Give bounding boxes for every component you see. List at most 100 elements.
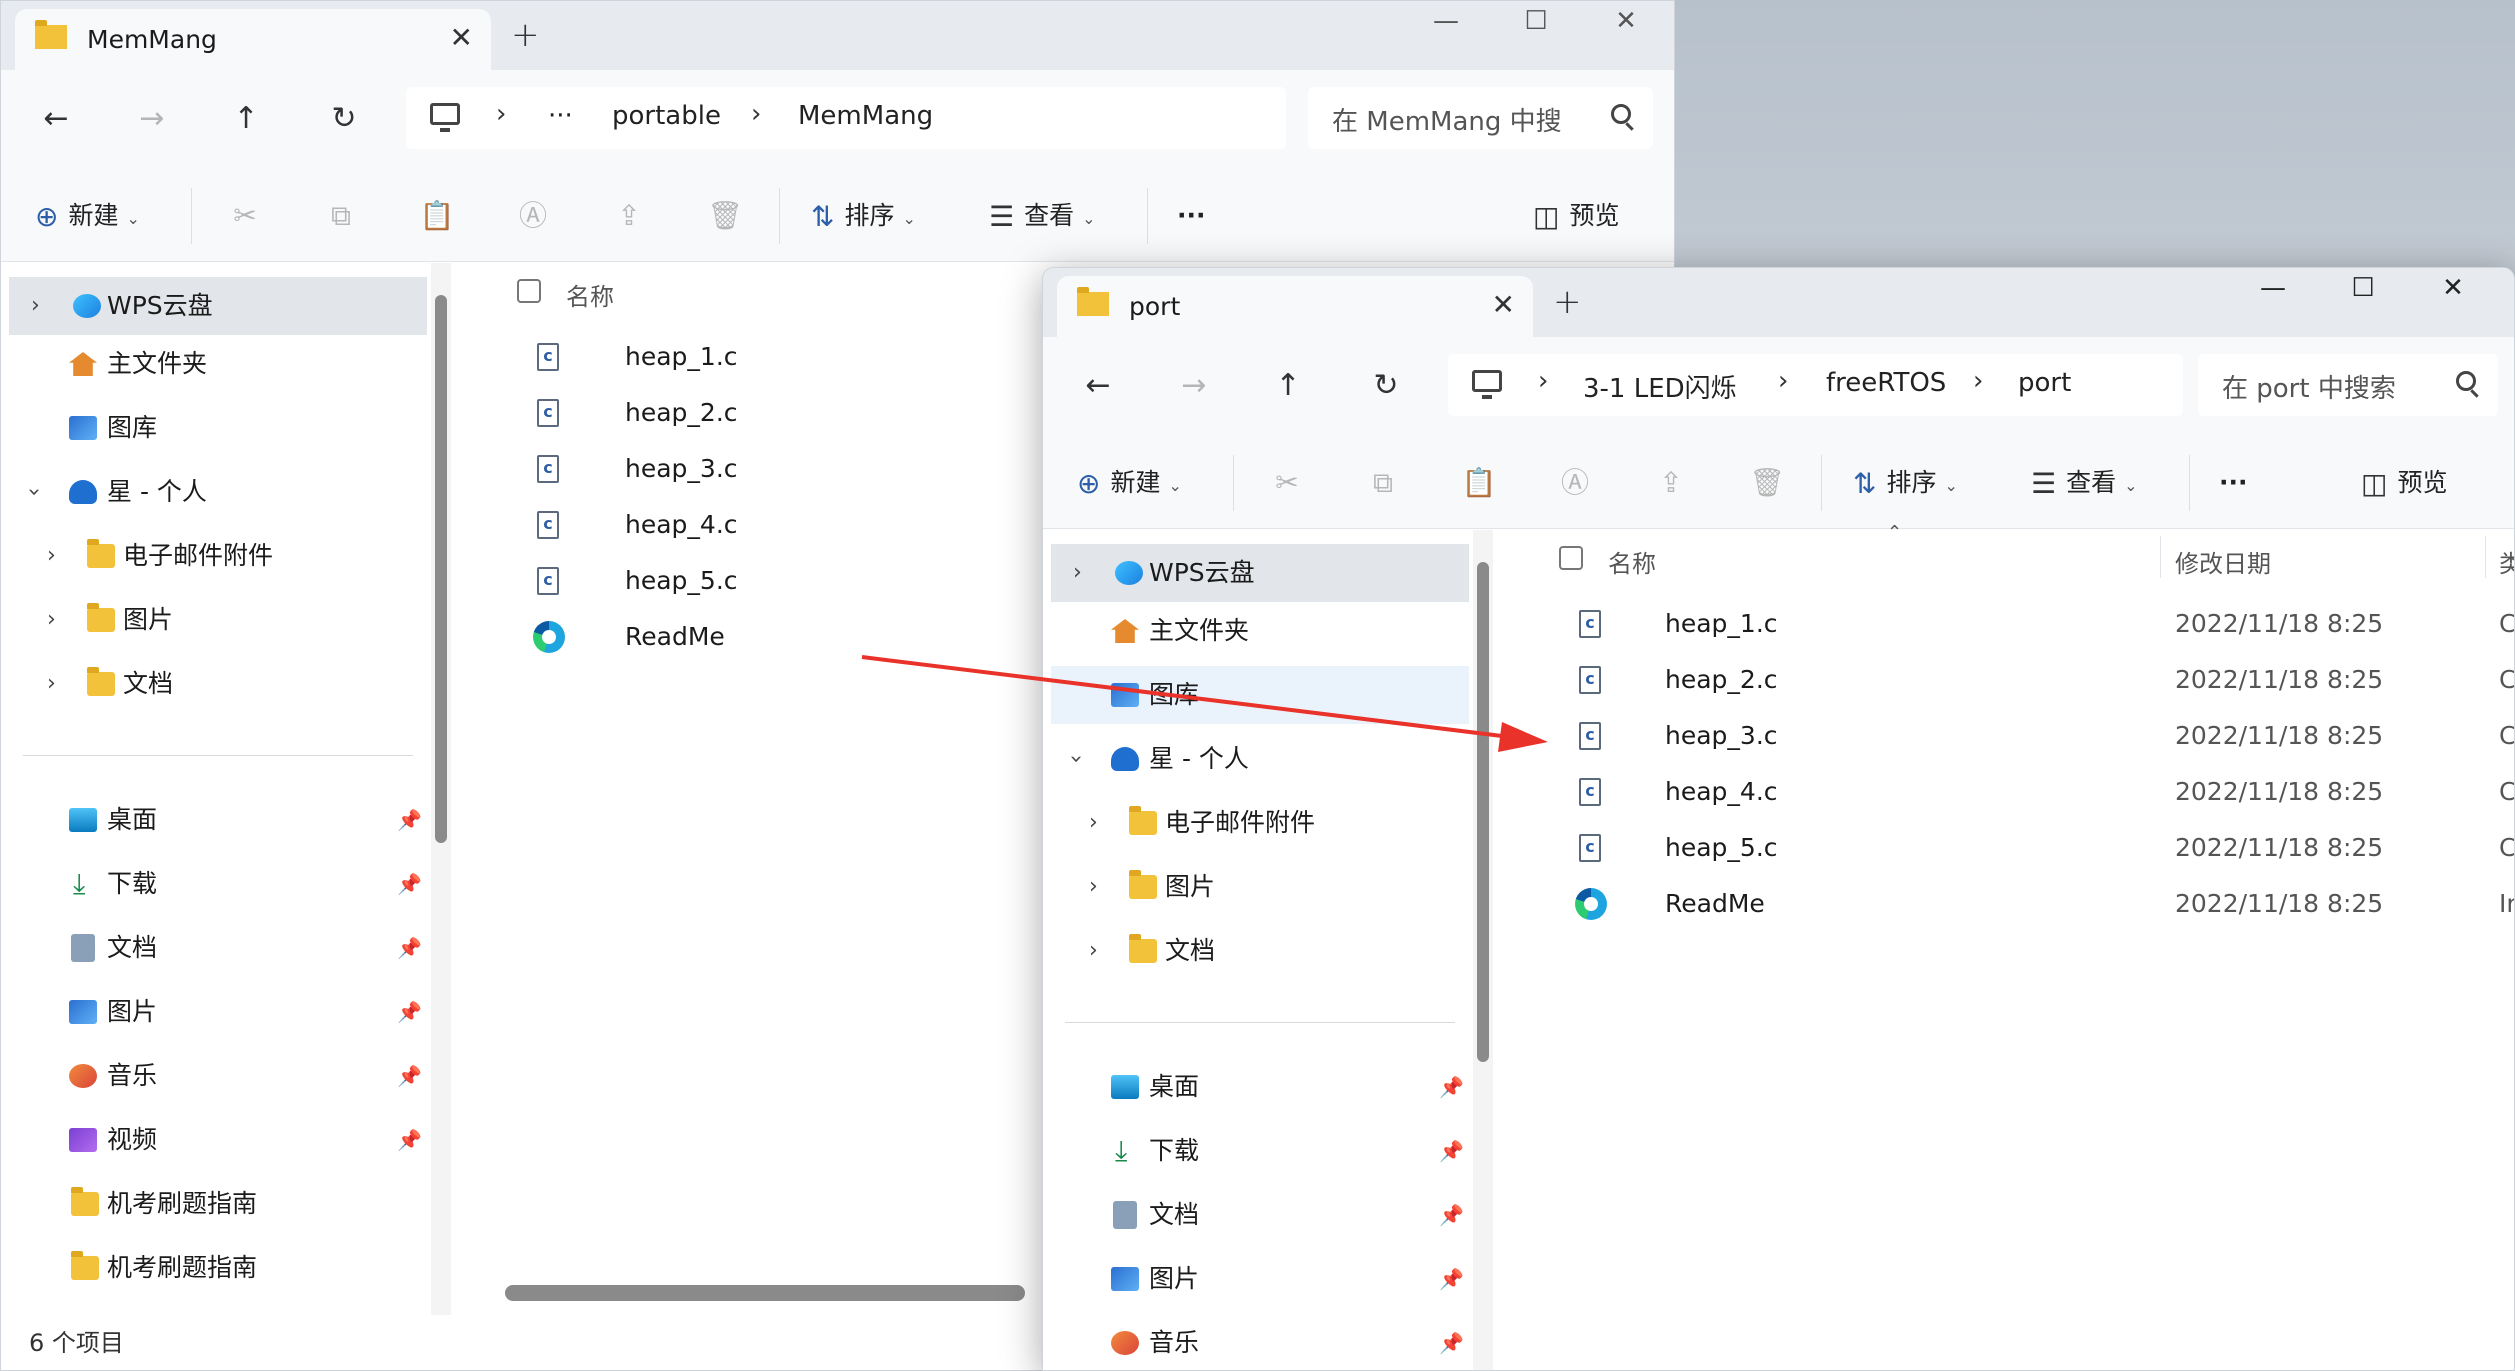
maximize-button[interactable]: ☐ <box>2318 268 2408 320</box>
file-row[interactable]: c heap_2.c <box>513 385 1113 441</box>
close-window-button[interactable]: ✕ <box>2408 268 2498 320</box>
breadcrumb-overflow[interactable]: ··· <box>548 101 573 131</box>
new-tab-button[interactable]: + <box>511 15 540 55</box>
nav-scrollbar[interactable] <box>435 295 447 843</box>
new-button[interactable]: ⊕ 新建 ⌄ <box>35 196 140 236</box>
pin-icon[interactable]: 📌 <box>397 1047 422 1105</box>
file-row[interactable]: c heap_4.c <box>513 497 1113 553</box>
quick-access-desktop[interactable]: 桌面 📌 <box>9 791 427 849</box>
column-header-name[interactable]: 名称 <box>1608 544 1656 579</box>
search-input[interactable]: 在 MemMang 中搜 <box>1332 101 1592 138</box>
pin-icon[interactable]: 📌 <box>1439 1186 1464 1244</box>
chevron-right-icon[interactable]: › <box>47 655 56 713</box>
nav-item-documents[interactable]: › 文档 <box>1051 922 1469 980</box>
quick-access-documents[interactable]: 文档 📌 <box>1051 1186 1469 1244</box>
close-tab-icon[interactable]: ✕ <box>450 21 473 54</box>
chevron-right-icon[interactable]: › <box>1973 366 1983 396</box>
file-row[interactable]: c heap_1.c 2022/11/18 8:25 C 源 <box>1555 596 2514 652</box>
chevron-down-icon[interactable]: › <box>1046 755 1104 764</box>
nav-item-onedrive[interactable]: › 星 - 个人 <box>9 463 427 521</box>
pin-icon[interactable]: 📌 <box>1439 1314 1464 1370</box>
forward-button[interactable]: → <box>127 94 177 144</box>
pin-icon[interactable]: 📌 <box>397 791 422 849</box>
pin-icon[interactable]: 📌 <box>397 1111 422 1169</box>
nav-item-wps-cloud[interactable]: › WPS云盘 <box>1051 544 1469 602</box>
file-row[interactable]: c heap_3.c 2022/11/18 8:25 C 源 <box>1555 708 2514 764</box>
search-box[interactable]: 在 port 中搜索 <box>2198 354 2498 416</box>
chevron-down-icon[interactable]: › <box>4 488 62 497</box>
maximize-button[interactable]: ☐ <box>1491 1 1581 53</box>
quick-access-folder-1[interactable]: 机考刷题指南 <box>9 1175 427 1233</box>
chevron-right-icon[interactable]: › <box>496 99 506 129</box>
file-row[interactable]: c heap_5.c <box>513 553 1113 609</box>
share-icon[interactable]: ⇪ <box>609 196 649 236</box>
cut-icon[interactable]: ✂ <box>225 196 265 236</box>
quick-access-videos[interactable]: 视频 📌 <box>9 1111 427 1169</box>
search-input[interactable]: 在 port 中搜索 <box>2222 368 2422 405</box>
up-button[interactable]: ↑ <box>221 94 271 144</box>
nav-item-email-attachments[interactable]: › 电子邮件附件 <box>1051 794 1469 852</box>
nav-item-home[interactable]: 主文件夹 <box>9 335 427 393</box>
horizontal-scrollbar[interactable] <box>505 1285 1025 1301</box>
copy-icon[interactable]: ⧉ <box>1363 463 1403 503</box>
search-box[interactable]: 在 MemMang 中搜 <box>1308 87 1653 149</box>
back-button[interactable]: ← <box>1073 361 1123 411</box>
delete-icon[interactable]: 🗑 <box>705 196 745 236</box>
chevron-right-icon[interactable]: › <box>47 527 56 585</box>
breadcrumb-freertos[interactable]: freeRTOS <box>1826 368 1946 398</box>
cut-icon[interactable]: ✂ <box>1267 463 1307 503</box>
nav-item-home[interactable]: 主文件夹 <box>1051 602 1469 660</box>
rename-icon[interactable]: Ⓐ <box>1555 463 1595 503</box>
more-button[interactable]: ··· <box>2219 463 2248 503</box>
share-icon[interactable]: ⇪ <box>1651 463 1691 503</box>
tab-port[interactable]: port ✕ <box>1057 276 1533 337</box>
quick-access-music[interactable]: 音乐 📌 <box>9 1047 427 1105</box>
file-row[interactable]: ReadMe 2022/11/18 8:25 Inte <box>1555 876 2514 932</box>
pin-icon[interactable]: 📌 <box>1439 1122 1464 1180</box>
chevron-right-icon[interactable]: › <box>1778 366 1788 396</box>
quick-access-downloads[interactable]: ⤓ 下载 📌 <box>1051 1122 1469 1180</box>
preview-button[interactable]: ◫ 预览 <box>2361 463 2447 503</box>
chevron-right-icon[interactable]: › <box>751 99 761 129</box>
view-button[interactable]: ☰ 查看 ⌄ <box>989 196 1096 236</box>
sort-button[interactable]: ⇅ 排序 ⌄ <box>811 196 916 236</box>
paste-icon[interactable]: 📋 <box>1459 463 1499 503</box>
file-row[interactable]: c heap_2.c 2022/11/18 8:25 C 源 <box>1555 652 2514 708</box>
sort-button[interactable]: ⇅ 排序 ⌄ <box>1853 463 1958 503</box>
quick-access-music[interactable]: 音乐 📌 <box>1051 1314 1469 1370</box>
file-row[interactable]: c heap_1.c <box>513 329 1113 385</box>
chevron-right-icon[interactable]: › <box>1538 366 1548 396</box>
nav-item-pictures[interactable]: › 图片 <box>1051 858 1469 916</box>
address-bar[interactable]: › ··· portable › MemMang <box>406 87 1286 149</box>
address-bar[interactable]: › 3-1 LED闪烁 › freeRTOS › port <box>1448 354 2183 416</box>
nav-item-documents[interactable]: › 文档 <box>9 655 427 713</box>
pin-icon[interactable]: 📌 <box>397 855 422 913</box>
refresh-button[interactable]: ↻ <box>319 94 369 144</box>
file-row[interactable]: c heap_5.c 2022/11/18 8:25 C 源 <box>1555 820 2514 876</box>
quick-access-documents[interactable]: 文档 📌 <box>9 919 427 977</box>
nav-item-email-attachments[interactable]: › 电子邮件附件 <box>9 527 427 585</box>
more-button[interactable]: ··· <box>1177 196 1206 236</box>
column-header-name[interactable]: 名称 <box>566 277 614 312</box>
paste-icon[interactable]: 📋 <box>417 196 457 236</box>
select-all-checkbox[interactable] <box>1559 546 1583 570</box>
rename-icon[interactable]: Ⓐ <box>513 196 553 236</box>
chevron-right-icon[interactable]: › <box>1089 922 1098 980</box>
forward-button[interactable]: → <box>1169 361 1219 411</box>
quick-access-folder-2[interactable]: 机考刷题指南 <box>9 1239 427 1297</box>
breadcrumb-port[interactable]: port <box>2018 368 2071 398</box>
nav-item-pictures[interactable]: › 图片 <box>9 591 427 649</box>
file-row[interactable]: ReadMe <box>513 609 1113 665</box>
preview-button[interactable]: ◫ 预览 <box>1533 196 1619 236</box>
nav-scrollbar[interactable] <box>1477 562 1489 1062</box>
chevron-right-icon[interactable]: › <box>31 277 40 335</box>
quick-access-desktop[interactable]: 桌面 📌 <box>1051 1058 1469 1116</box>
new-button[interactable]: ⊕ 新建 ⌄ <box>1077 463 1182 503</box>
pin-icon[interactable]: 📌 <box>1439 1250 1464 1308</box>
back-button[interactable]: ← <box>31 94 81 144</box>
pin-icon[interactable]: 📌 <box>397 919 422 977</box>
nav-item-onedrive[interactable]: › 星 - 个人 <box>1051 730 1469 788</box>
column-header-type[interactable]: 类型 <box>2499 544 2514 579</box>
nav-item-gallery[interactable]: 图库 <box>1051 666 1469 724</box>
tab-memmang[interactable]: MemMang ✕ <box>15 9 491 70</box>
